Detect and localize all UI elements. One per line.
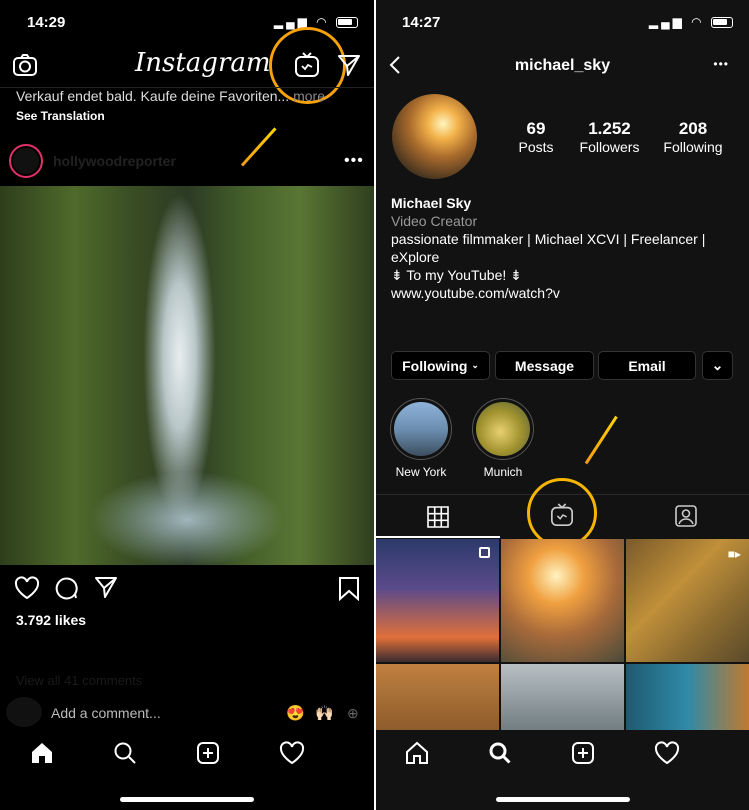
profile-category: Video Creator <box>391 213 478 229</box>
camera-icon[interactable] <box>12 53 38 77</box>
profile-username: michael_sky <box>514 57 611 74</box>
bottom-nav <box>0 730 374 776</box>
add-icon[interactable] <box>571 741 595 765</box>
add-icon[interactable] <box>196 741 220 765</box>
highlight-new-york[interactable]: New York <box>390 398 452 479</box>
bottom-nav <box>376 730 749 776</box>
likes-count: 3.792 likes <box>16 612 87 628</box>
more-options-icon[interactable]: ••• <box>713 57 729 71</box>
avatar[interactable] <box>9 144 43 178</box>
profile-avatar[interactable] <box>392 94 477 179</box>
comment-icon[interactable] <box>54 576 79 600</box>
view-comments[interactable]: View all 41 comments <box>16 673 142 688</box>
feed-screen: 14:29 ▂▄▆ ◠ Instagram Verkauf endet bald… <box>0 0 374 810</box>
share-icon[interactable] <box>94 576 118 598</box>
suggested-dropdown-button[interactable]: ⌄ <box>702 351 733 380</box>
grid-post[interactable] <box>501 539 624 662</box>
stat-posts[interactable]: 69 Posts <box>506 119 566 155</box>
comment-input[interactable]: Add a comment... <box>51 705 161 721</box>
emoji-raised-hands[interactable]: 🙌🏻 <box>315 704 334 722</box>
send-icon[interactable] <box>337 54 361 76</box>
more-link[interactable]: more <box>293 88 325 104</box>
stat-following[interactable]: 208 Following <box>653 119 733 155</box>
caption: Verkauf endet bald. Kaufe deine Favorite… <box>16 88 325 104</box>
igtv-icon[interactable] <box>294 52 320 78</box>
highlight-munich[interactable]: Munich <box>472 398 534 479</box>
emoji-heart-eyes[interactable]: 😍 <box>286 704 305 722</box>
activity-icon[interactable] <box>279 741 305 765</box>
status-time: 14:27 <box>402 14 441 31</box>
more-options-icon[interactable]: ••• <box>344 152 364 170</box>
arrow <box>240 127 277 167</box>
home-icon[interactable] <box>30 741 54 765</box>
email-button[interactable]: Email <box>598 351 696 380</box>
bio-line: eXplore <box>391 249 440 265</box>
bookmark-icon[interactable] <box>338 576 360 601</box>
home-indicator <box>496 797 630 802</box>
message-button[interactable]: Message <box>495 351 594 380</box>
stat-followers[interactable]: 1.252 Followers <box>570 119 650 155</box>
status-icons: ▂▄▆ ◠ <box>274 15 358 29</box>
instagram-logo: Instagram <box>135 48 271 78</box>
grid-post[interactable] <box>376 539 499 662</box>
arrow <box>584 415 618 465</box>
heart-icon[interactable] <box>14 576 40 600</box>
activity-icon[interactable] <box>654 741 680 765</box>
grid-post[interactable]: ■▸ <box>626 539 749 662</box>
bio-line: ⇟ To my YouTube! ⇟ <box>391 267 522 283</box>
igtv-tab-icon[interactable] <box>550 502 574 528</box>
status-time: 14:29 <box>27 14 66 31</box>
search-icon[interactable] <box>488 741 512 765</box>
post-image[interactable] <box>0 186 374 565</box>
bio-link[interactable]: www.youtube.com/watch?v <box>391 284 705 302</box>
post-username[interactable]: hollywoodreporter <box>53 153 176 169</box>
video-icon: ■▸ <box>727 547 741 561</box>
see-translation[interactable]: See Translation <box>16 109 105 123</box>
grid-post[interactable] <box>376 664 499 734</box>
user-avatar <box>6 697 42 727</box>
profile-screen: 14:27 ▂▄▆ ◠ michael_sky ••• 69 Posts 1.25… <box>376 0 749 810</box>
tagged-icon[interactable] <box>674 504 698 528</box>
search-icon[interactable] <box>113 741 137 765</box>
profile-stats: 69 Posts 1.252 Followers 208 Following <box>506 119 733 155</box>
grid-post[interactable] <box>626 664 749 734</box>
grid-post[interactable] <box>501 664 624 734</box>
grid-icon[interactable] <box>426 505 450 529</box>
bio-line: passionate filmmaker | Michael XCVI | Fr… <box>391 231 706 247</box>
following-button[interactable]: Following ⌄ <box>391 351 490 380</box>
home-indicator <box>120 797 254 802</box>
profile-name: Michael Sky <box>391 195 472 211</box>
status-icons: ▂▄▆ ◠ <box>649 15 733 29</box>
add-emoji-icon[interactable]: ⊕ <box>347 705 359 722</box>
home-icon[interactable] <box>405 741 429 765</box>
bio: Michael Sky Video Creator passionate fil… <box>391 194 705 302</box>
